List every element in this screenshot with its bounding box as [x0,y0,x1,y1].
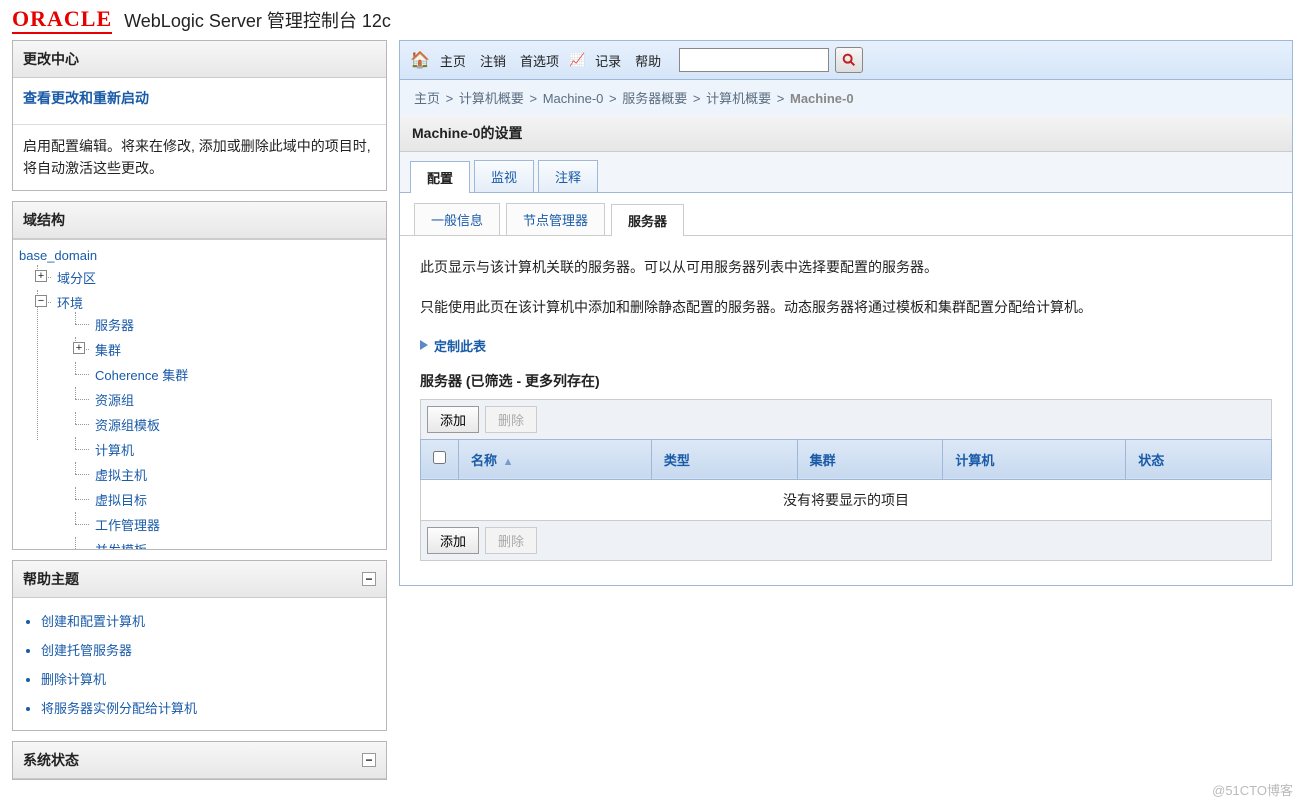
nav-record[interactable]: 记录 [591,51,625,70]
tree-item-virtual-targets[interactable]: 虚拟目标 [95,493,147,508]
triangle-right-icon [420,340,428,350]
delete-button: 删除 [485,406,537,433]
tree-item-clusters[interactable]: 集群 [95,343,121,358]
oracle-logo: ORACLE [12,6,112,34]
expand-icon[interactable]: + [35,270,47,282]
search-input[interactable] [679,48,829,72]
col-type[interactable]: 类型 [651,439,797,479]
change-center-title: 更改中心 [23,49,79,69]
home-icon[interactable]: 🏠 [410,50,430,70]
col-machine[interactable]: 计算机 [943,439,1126,479]
sub-tabs: 一般信息 节点管理器 服务器 [400,193,1292,236]
help-link[interactable]: 创建和配置计算机 [41,614,145,629]
page-title: Machine-0的设置 [400,115,1292,152]
help-topics-title: 帮助主题 [23,569,79,589]
domain-structure-panel: 域结构 base_domain + 域分区 −环境 服务器 + 集群 Coheren… [12,201,387,550]
tab-notes[interactable]: 注释 [538,160,598,192]
tree-item-coherence[interactable]: Coherence 集群 [95,368,188,383]
main-tabs: 配置 监视 注释 [400,152,1292,193]
add-button[interactable]: 添加 [427,527,479,554]
tree-item-work-managers[interactable]: 工作管理器 [95,518,160,533]
watermark: @51CTO博客 [1212,780,1293,799]
table-header-row: 名称 ▲ 类型 集群 计算机 状态 [421,439,1272,479]
breadcrumb-current: Machine-0 [790,91,854,106]
sort-asc-icon: ▲ [503,456,514,468]
nav-preferences[interactable]: 首选项 [516,51,563,70]
servers-table: 名称 ▲ 类型 集群 计算机 状态 没有将要显示的项目 [420,439,1272,521]
search-button[interactable] [835,47,863,73]
col-name[interactable]: 名称 ▲ [459,439,652,479]
domain-tree[interactable]: base_domain + 域分区 −环境 服务器 + 集群 Coherence 集… [13,239,386,549]
tree-item-servers[interactable]: 服务器 [95,318,134,333]
system-status-title: 系统状态 [23,750,79,770]
tree-item-machines[interactable]: 计算机 [95,443,134,458]
tree-item-resource-groups[interactable]: 资源组 [95,393,134,408]
breadcrumb-link[interactable]: 计算机概要 [706,91,771,106]
tree-item-concurrent-templates[interactable]: 并发模板 [95,543,147,549]
table-buttons-top: 添加 删除 [420,399,1272,439]
description-para2: 只能使用此页在该计算机中添加和删除静态配置的服务器。动态服务器将通过模板和集群配… [420,296,1272,320]
add-button[interactable]: 添加 [427,406,479,433]
minus-icon[interactable]: − [362,753,376,767]
content-box: Machine-0的设置 配置 监视 注释 一般信息 节点管理器 服务器 此页显… [399,115,1293,586]
subtab-servers[interactable]: 服务器 [611,204,684,236]
table-empty-row: 没有将要显示的项目 [421,479,1272,520]
change-center-panel: 更改中心 查看更改和重新启动 启用配置编辑。将来在修改, 添加或删除此域中的项目… [12,40,387,191]
tree-item-virtual-hosts[interactable]: 虚拟主机 [95,468,147,483]
tree-item-environment[interactable]: 环境 [57,296,83,311]
breadcrumb-link[interactable]: 计算机概要 [459,91,524,106]
empty-message: 没有将要显示的项目 [421,479,1272,520]
breadcrumb-link[interactable]: 主页 [414,91,440,106]
table-buttons-bottom: 添加 删除 [420,521,1272,561]
top-header: ORACLE WebLogic Server 管理控制台 12c [0,0,1305,40]
col-cluster[interactable]: 集群 [797,439,943,479]
nav-help[interactable]: 帮助 [631,51,665,70]
delete-button: 删除 [485,527,537,554]
change-center-description: 启用配置编辑。将来在修改, 添加或删除此域中的项目时, 将自动激活这些更改。 [23,135,376,180]
tab-monitoring[interactable]: 监视 [474,160,534,192]
expand-icon[interactable]: + [73,342,85,354]
help-link[interactable]: 创建托管服务器 [41,643,132,658]
customize-table-label: 定制此表 [434,336,486,355]
search-icon [841,52,857,68]
toolbar: 🏠 主页 注销 首选项 📈 记录 帮助 [399,40,1293,80]
product-title: WebLogic Server 管理控制台 12c [124,7,391,33]
breadcrumb: 主页 > 计算机概要 > Machine-0 > 服务器概要 > 计算机概要 >… [399,80,1293,115]
tree-item-resource-group-templates[interactable]: 资源组模板 [95,418,160,433]
col-state[interactable]: 状态 [1126,439,1272,479]
tree-item-partition[interactable]: 域分区 [57,271,96,286]
select-all-checkbox[interactable] [433,451,446,464]
table-title: 服务器 (已筛选 - 更多列存在) [420,371,1272,391]
tree-root-domain[interactable]: base_domain [19,246,382,265]
breadcrumb-link[interactable]: Machine-0 [543,91,604,106]
collapse-icon[interactable]: − [35,295,47,307]
help-topics-panel: 帮助主题 − 创建和配置计算机 创建托管服务器 删除计算机 将服务器实例分配给计… [12,560,387,731]
domain-structure-header: 域结构 [13,202,386,239]
view-changes-link[interactable]: 查看更改和重新启动 [23,88,376,108]
minus-icon[interactable]: − [362,572,376,586]
subtab-node-manager[interactable]: 节点管理器 [506,203,605,235]
nav-logout[interactable]: 注销 [476,51,510,70]
help-link[interactable]: 将服务器实例分配给计算机 [41,701,197,716]
customize-table-link[interactable]: 定制此表 [420,336,1272,355]
record-icon[interactable]: 📈 [569,52,585,68]
subtab-general[interactable]: 一般信息 [414,203,500,235]
tab-configuration[interactable]: 配置 [410,161,470,193]
description-para1: 此页显示与该计算机关联的服务器。可以从可用服务器列表中选择要配置的服务器。 [420,256,1272,280]
change-center-header: 更改中心 [13,41,386,78]
help-link[interactable]: 删除计算机 [41,672,106,687]
system-status-panel: 系统状态 − [12,741,387,780]
breadcrumb-link[interactable]: 服务器概要 [622,91,687,106]
nav-home[interactable]: 主页 [436,51,470,70]
domain-structure-title: 域结构 [23,210,65,230]
